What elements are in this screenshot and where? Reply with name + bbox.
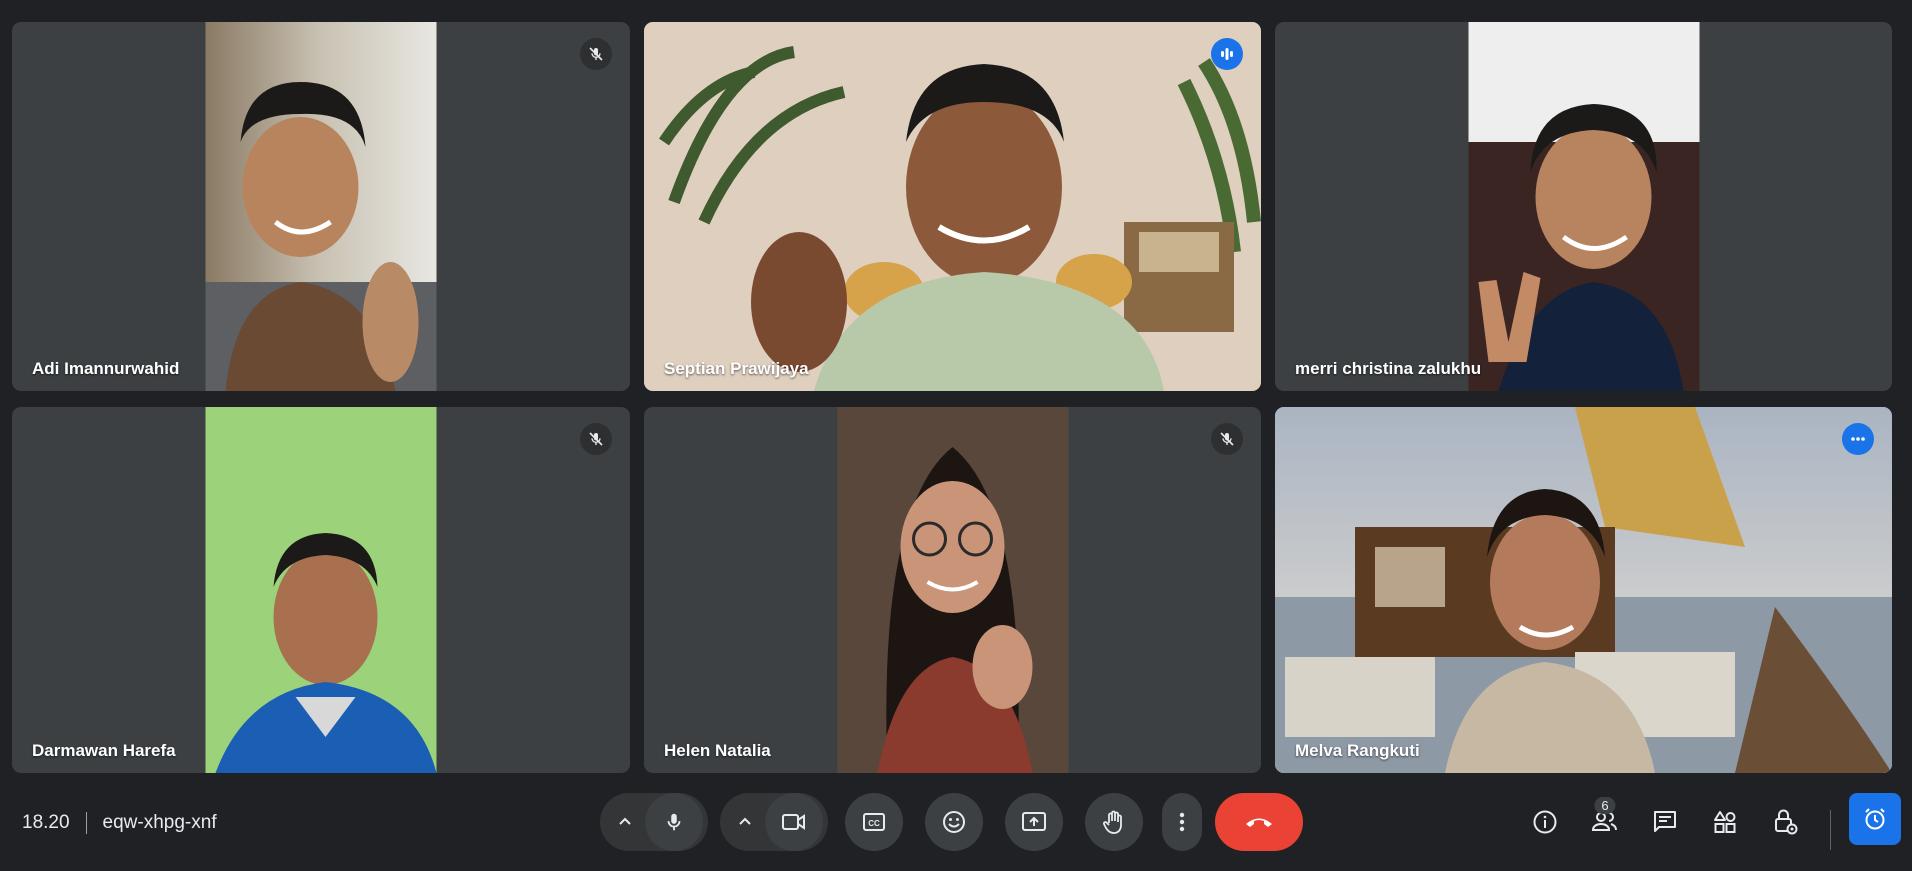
participant-video [205,22,437,391]
camera-control-group [720,793,828,851]
chevron-up-icon [619,817,631,825]
activities-button[interactable] [1705,802,1745,842]
host-controls-icon [1775,809,1798,835]
emoji-reaction-button[interactable] [925,793,983,851]
participant-video [1275,407,1892,773]
present-screen-button[interactable] [1005,793,1063,851]
mic-control-group [600,793,708,851]
muted-icon [580,423,612,455]
participant-video [205,407,437,773]
captions-icon: CC [863,813,885,831]
present-screen-icon [1022,812,1046,831]
mic-icon [667,813,681,831]
participant-tile[interactable]: Adi Imannurwahid [12,22,630,391]
captions-button[interactable]: CC [845,793,903,851]
participant-count-badge: 6 [1594,797,1616,814]
chevron-up-icon [739,817,751,825]
participant-tile-active[interactable]: Melva Rangkuti [1275,407,1892,773]
timer-button[interactable] [1849,793,1901,845]
participant-video [644,22,1261,391]
meeting-time: 18.20 [22,812,70,833]
chat-icon [1654,811,1676,832]
camera-icon [782,814,805,830]
end-call-button[interactable] [1215,793,1303,851]
participant-video [837,407,1068,773]
activities-icon [1714,811,1736,833]
camera-button[interactable] [765,793,823,851]
participant-name: Septian Prawijaya [664,359,809,378]
muted-icon [580,38,612,70]
participant-grid: Adi Imannurwahid Septian Prawijaya merri… [12,22,1892,773]
raise-hand-button[interactable] [1085,793,1143,851]
participant-tile[interactable]: merri christina zalukhu [1275,22,1892,391]
microphone-button[interactable] [645,793,703,851]
more-vert-icon [1179,812,1185,832]
participant-tile[interactable]: Darmawan Harefa [12,407,630,773]
participant-name: Helen Natalia [664,741,771,760]
participant-name: merri christina zalukhu [1295,359,1482,378]
more-options-icon[interactable] [1842,423,1874,455]
meeting-code[interactable]: eqw-xhpg-xnf [103,812,217,834]
participant-video [1468,22,1699,391]
muted-icon [1211,423,1243,455]
emoji-icon [943,811,965,833]
info-icon [1533,810,1557,834]
people-button[interactable]: 6 [1585,797,1625,842]
divider [85,812,87,834]
meet-window: Adi Imannurwahid Septian Prawijaya merri… [0,0,1912,871]
audio-settings-button[interactable] [605,793,645,851]
participant-name: Darmawan Harefa [32,741,176,760]
call-controls-bar: 18.20 eqw-xhpg-xnf CC 6 [0,780,1912,860]
speaking-indicator-icon [1211,38,1243,70]
meeting-details: 18.20 eqw-xhpg-xnf [22,812,217,834]
meeting-details-button[interactable] [1525,802,1565,842]
host-controls-button[interactable] [1765,802,1805,842]
alarm-clock-icon [1865,808,1885,830]
svg-text:CC: CC [868,819,880,828]
toolbar-divider [1830,810,1831,850]
end-call-icon [1246,818,1272,827]
more-options-button[interactable] [1162,793,1202,851]
video-settings-button[interactable] [725,793,765,851]
participant-name: Adi Imannurwahid [32,359,180,378]
raise-hand-icon [1103,810,1122,834]
participant-name: Melva Rangkuti [1295,741,1420,760]
participant-tile[interactable]: Septian Prawijaya [644,22,1261,391]
chat-button[interactable] [1645,802,1685,842]
participant-tile[interactable]: Helen Natalia [644,407,1261,773]
